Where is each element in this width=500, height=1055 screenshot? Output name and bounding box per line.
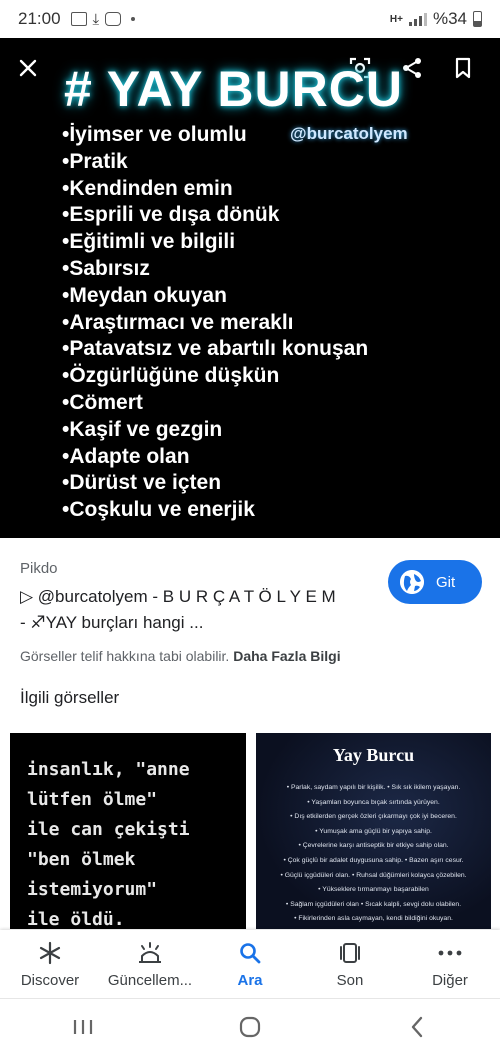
save-bookmark-button[interactable] xyxy=(447,52,479,84)
trait-item: •Pratik xyxy=(62,149,128,173)
trait-item: •Sabırsız xyxy=(62,256,150,280)
home-icon xyxy=(239,1016,261,1038)
nav-recent[interactable]: Son xyxy=(300,930,400,998)
trait-item: •Patavatsız ve abartılı konuşan xyxy=(62,337,369,361)
thumbnail-text-line: • Çok güçlü bir adalet duygusuna sahip. … xyxy=(283,856,464,864)
trait-item: •Eğitimli ve bilgili xyxy=(62,230,236,254)
trait-item: •Araştırmacı ve meraklı xyxy=(62,310,294,334)
system-navigation-bar xyxy=(0,998,500,1055)
nav-label: Son xyxy=(336,972,364,989)
trait-item: •Meydan okuyan xyxy=(62,283,227,307)
thumbnail-text-line: "ben ölmek xyxy=(27,849,136,870)
thumbnail-text-line: • Dış etkilerden gerçek özleri çıkarmayı… xyxy=(290,813,457,821)
battery-icon xyxy=(473,11,482,27)
download-icon: ⤓ xyxy=(92,10,100,28)
thumbnail-text-line: • Çevrelerine karşı antiseptik bir etkiy… xyxy=(298,842,449,850)
nav-label: Discover xyxy=(20,972,80,989)
image-title: # YAY BURCU xyxy=(64,61,403,117)
notification-icons: ⤓ xyxy=(70,10,136,28)
caption-line: ▷ @burcatolyem - B U R Ç A T Ö L Y E M xyxy=(20,587,336,606)
thumbnail-title: Yay Burcu xyxy=(332,745,415,765)
signal-icon xyxy=(408,12,427,26)
related-image-thumbnail[interactable]: Yay Burcu • Parlak, saydam yapılı bir ki… xyxy=(256,733,491,929)
nav-discover[interactable]: Discover xyxy=(0,930,100,998)
nav-label: Diğer xyxy=(432,972,468,989)
visit-button[interactable]: Git xyxy=(388,560,482,604)
home-button[interactable] xyxy=(230,1007,270,1047)
visit-label: Git xyxy=(436,573,456,591)
status-bar: 21:00 ⤓ H+ %34 xyxy=(0,0,500,38)
trait-item: •Coşkulu ve enerjik xyxy=(62,498,255,522)
more-dots-icon xyxy=(437,940,463,966)
recent-apps-icon xyxy=(74,1020,93,1034)
source-name: Pikdo xyxy=(20,560,58,577)
image-notification-icon xyxy=(70,12,87,26)
close-icon xyxy=(19,59,37,77)
nav-search[interactable]: Ara xyxy=(200,930,300,998)
related-images-heading: İlgili görseller xyxy=(20,688,120,707)
trait-item: •Cömert xyxy=(62,390,143,414)
image-caption-link[interactable]: ▷ @burcatolyem - B U R Ç A T Ö L Y E M -… xyxy=(20,584,390,636)
nav-more[interactable]: Diğer xyxy=(400,930,500,998)
battery-percent: %34 xyxy=(432,9,467,28)
thumbnail-text-line: • Yumuşak ama güçlü bir yapıya sahip. xyxy=(315,827,432,835)
thumbnail-text-line: istemiyorum" xyxy=(27,879,158,900)
thumbnail-text-line: • Güçlü içgüdüleri olan. • Ruhsal düğüml… xyxy=(280,871,467,879)
trait-item: •Dürüst ve içten xyxy=(62,471,222,495)
thumbnail-text-line: • Parlak, saydam yapılı bir kişilik. • S… xyxy=(286,784,461,791)
copyright-text: Görseller telif hakkına tabi olabilir. xyxy=(20,648,230,664)
thumbnail-text-line: insanlık, "anne xyxy=(27,759,190,780)
caption-line: - ♐YAY burçları hangi ... xyxy=(20,613,204,632)
copyright-notice: Görseller telif hakkına tabi olabilir. D… xyxy=(20,648,341,664)
thumbnail-text-line: lütfen ölme" xyxy=(27,789,158,810)
search-icon xyxy=(237,940,263,966)
data-signal-icon: H+ xyxy=(389,13,403,25)
status-time: 21:00 xyxy=(18,9,61,28)
trait-item: •Özgürlüğüne düşkün xyxy=(62,364,280,388)
thumbnail-text-line: • Sağlam içgüdüleri olan • Sıcak kalpli,… xyxy=(285,900,462,908)
nav-label: Güncellem... xyxy=(107,972,193,989)
trait-item: •Esprili ve dışa dönük xyxy=(62,203,280,227)
trait-item: •Adapte olan xyxy=(62,444,190,468)
traits-list: •İyimser ve olumlu •Pratik •Kendinden em… xyxy=(62,122,368,524)
trait-item: •Kendinden emin xyxy=(62,176,233,200)
more-info-link[interactable]: Daha Fazla Bilgi xyxy=(233,648,340,664)
more-notifications-icon xyxy=(131,17,136,21)
thumbnail-text-line: ile öldü. xyxy=(27,909,125,929)
image-viewer[interactable]: # YAY BURCU @burcatolyem •İyimser ve olu… xyxy=(0,38,500,538)
bookmark-icon xyxy=(455,57,471,79)
trait-item: •Kaşif ve gezgin xyxy=(62,417,223,441)
close-button[interactable] xyxy=(12,52,44,84)
updates-icon xyxy=(137,940,163,966)
nav-updates[interactable]: Güncellem... xyxy=(100,930,200,998)
back-icon xyxy=(411,1016,422,1038)
thumbnail-text-line: • Yükseklere tırmanmayı başarabilen xyxy=(318,886,429,894)
thumbnail-text-line: • Fikirlerinden asla caymayan, kendi bil… xyxy=(294,915,453,923)
related-image-thumbnail[interactable]: insanlık, "anne lütfen ölme" ile can çek… xyxy=(10,733,246,929)
globe-icon xyxy=(400,570,424,594)
nav-label: Ara xyxy=(237,972,263,989)
share-icon xyxy=(403,58,421,78)
recent-apps-button[interactable] xyxy=(63,1007,103,1047)
app-notification-icon xyxy=(105,12,122,26)
thumbnail-text-line: • Yaşamları boyunca bıçak sırtında yürüy… xyxy=(307,798,440,806)
trait-item: •İyimser ve olumlu xyxy=(62,123,247,146)
recent-tabs-icon xyxy=(337,940,363,966)
bottom-navigation: Discover Güncellem... Ara Son Diğer xyxy=(0,930,500,998)
thumbnail-text-line: ile can çekişti xyxy=(27,819,190,840)
back-button[interactable] xyxy=(397,1007,437,1047)
asterisk-icon xyxy=(37,940,63,966)
